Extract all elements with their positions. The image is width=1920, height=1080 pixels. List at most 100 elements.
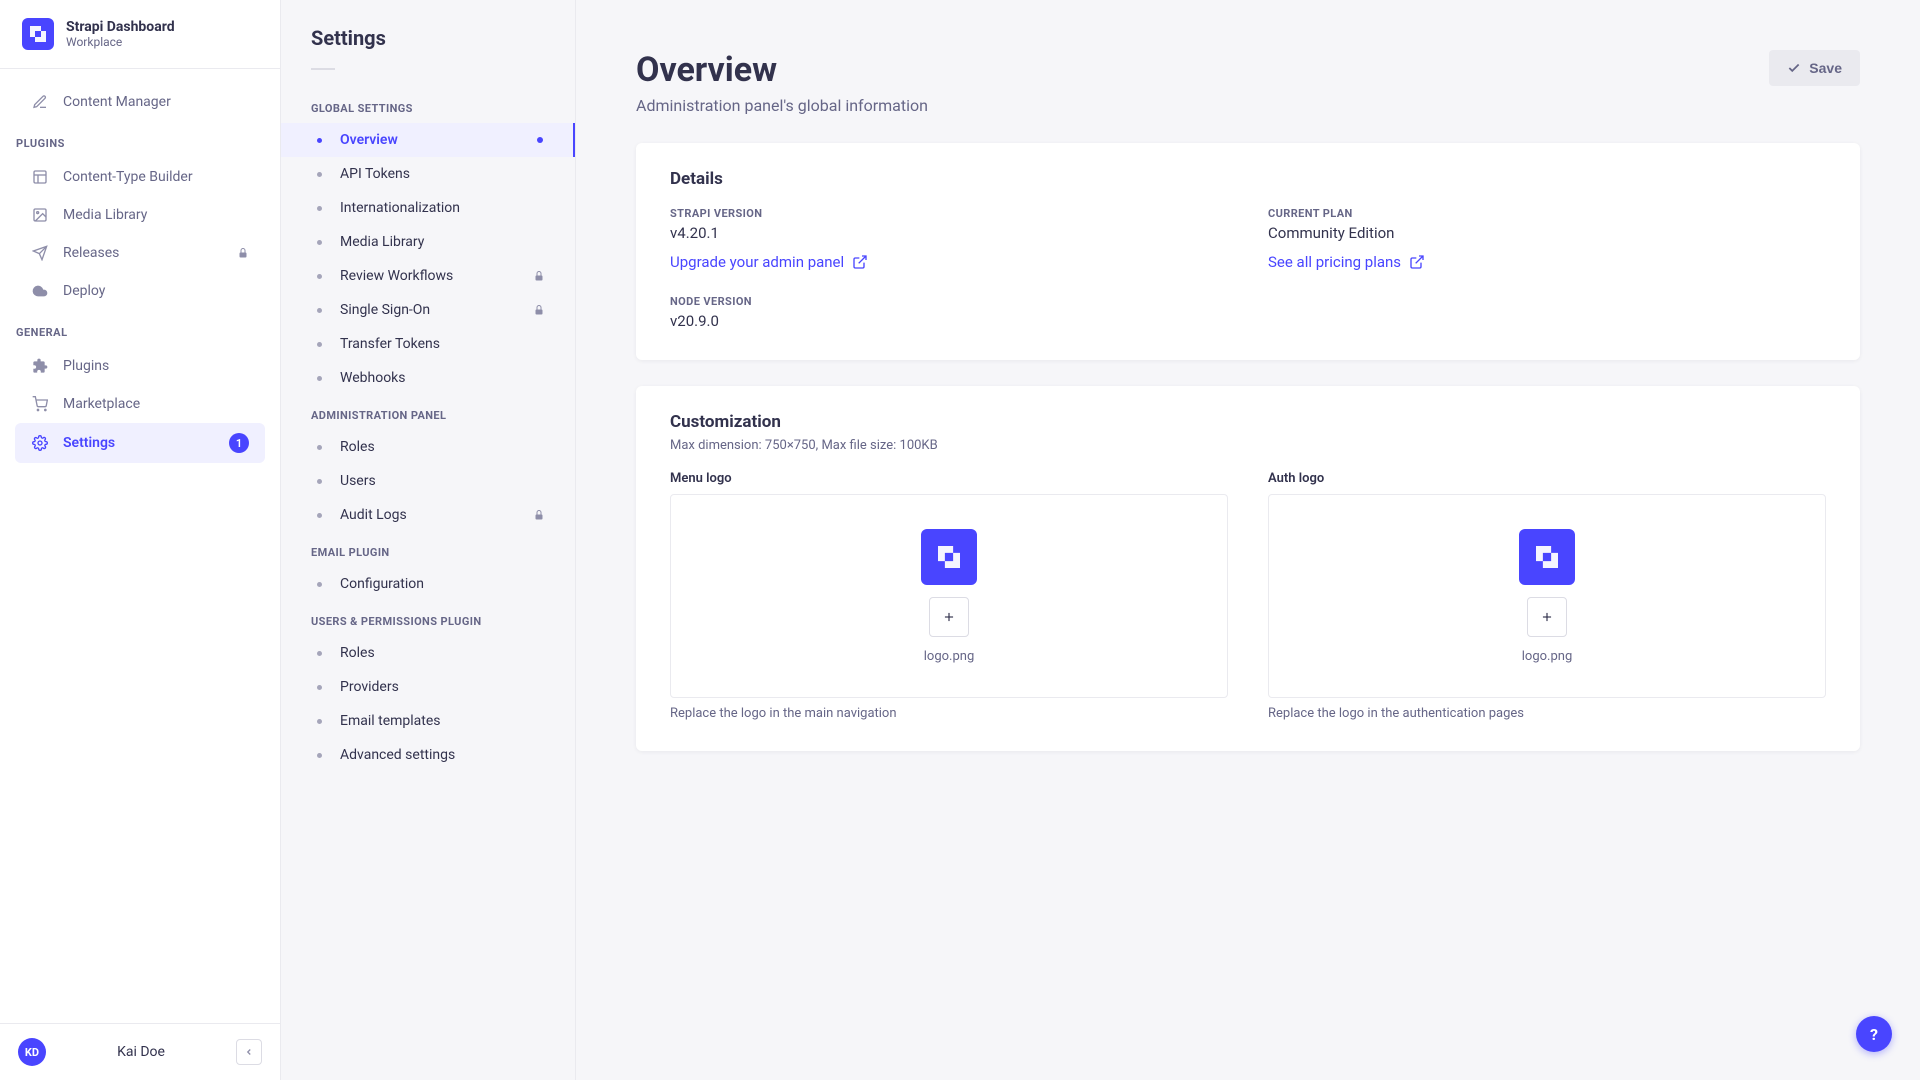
content: Overview Administration panel's global i… xyxy=(576,0,1920,1080)
bullet-icon xyxy=(317,582,322,587)
image-icon xyxy=(31,206,49,224)
settings-link-audit-logs[interactable]: Audit Logs xyxy=(281,498,575,532)
menu-logo-dropzone[interactable]: logo.png xyxy=(670,494,1228,698)
strapi-logo-icon xyxy=(22,18,54,50)
auth-logo-filename: logo.png xyxy=(1522,649,1573,664)
settings-link-up-providers[interactable]: Providers xyxy=(281,670,575,704)
avatar[interactable]: KD xyxy=(18,1038,46,1066)
link-label: Upgrade your admin panel xyxy=(670,253,844,271)
detail-label: STRAPI VERSION xyxy=(670,207,1228,220)
link-label: Advanced settings xyxy=(340,747,455,763)
bullet-icon xyxy=(317,240,322,245)
add-auth-logo-button[interactable] xyxy=(1527,597,1567,637)
nav-releases[interactable]: Releases xyxy=(15,234,265,272)
nav-label: Media Library xyxy=(63,207,147,223)
nav-deploy[interactable]: Deploy xyxy=(15,272,265,310)
detail-node-version: NODE VERSION v20.9.0 xyxy=(670,295,1228,330)
link-label: See all pricing plans xyxy=(1268,253,1401,271)
bullet-icon xyxy=(317,274,322,279)
settings-link-admin-users[interactable]: Users xyxy=(281,464,575,498)
settings-link-admin-roles[interactable]: Roles xyxy=(281,430,575,464)
nav-content-manager[interactable]: Content Manager xyxy=(15,83,265,121)
layout-icon xyxy=(31,168,49,186)
bullet-icon xyxy=(317,753,322,758)
menu-logo-help: Replace the logo in the main navigation xyxy=(670,706,1228,721)
cart-icon xyxy=(31,395,49,413)
customization-subtitle: Max dimension: 750×750, Max file size: 1… xyxy=(670,438,1826,453)
link-label: Webhooks xyxy=(340,370,406,386)
settings-sidebar: Settings GLOBAL SETTINGS Overview API To… xyxy=(281,0,576,1080)
add-menu-logo-button[interactable] xyxy=(929,597,969,637)
help-fab-button[interactable]: ? xyxy=(1856,1016,1892,1052)
bullet-icon xyxy=(317,685,322,690)
section-general-label: GENERAL xyxy=(0,318,280,347)
bullet-icon xyxy=(317,342,322,347)
page-title: Overview xyxy=(636,50,928,90)
link-label: Providers xyxy=(340,679,399,695)
settings-link-overview[interactable]: Overview xyxy=(281,123,575,157)
customization-title: Customization xyxy=(670,412,1826,432)
auth-logo-field: Auth logo logo.png Replace the logo in t… xyxy=(1268,471,1826,721)
settings-link-api-tokens[interactable]: API Tokens xyxy=(281,157,575,191)
link-label: Audit Logs xyxy=(340,507,407,523)
lock-icon xyxy=(533,270,545,282)
link-label: Users xyxy=(340,473,376,489)
settings-link-email-config[interactable]: Configuration xyxy=(281,567,575,601)
settings-link-review-workflows[interactable]: Review Workflows xyxy=(281,259,575,293)
bullet-icon xyxy=(317,376,322,381)
settings-badge: 1 xyxy=(229,433,249,453)
nav-plugins[interactable]: Plugins xyxy=(15,347,265,385)
link-label: Review Workflows xyxy=(340,268,453,284)
page-subtitle: Administration panel's global informatio… xyxy=(636,96,928,115)
detail-value: v4.20.1 xyxy=(670,224,1228,242)
nav-marketplace[interactable]: Marketplace xyxy=(15,385,265,423)
paper-plane-icon xyxy=(31,244,49,262)
link-label: Media Library xyxy=(340,234,424,250)
settings-link-webhooks[interactable]: Webhooks xyxy=(281,361,575,395)
nav-label: Settings xyxy=(63,435,115,451)
settings-link-i18n[interactable]: Internationalization xyxy=(281,191,575,225)
title-divider xyxy=(311,68,335,70)
auth-logo-dropzone[interactable]: logo.png xyxy=(1268,494,1826,698)
brand-subtitle: Workplace xyxy=(66,35,175,49)
strapi-logo-icon xyxy=(1519,529,1575,585)
settings-title: Settings xyxy=(281,26,575,68)
nav-media-library[interactable]: Media Library xyxy=(15,196,265,234)
nav-label: Releases xyxy=(63,245,119,261)
customization-card: Customization Max dimension: 750×750, Ma… xyxy=(636,386,1860,751)
nav-label: Content Manager xyxy=(63,94,171,110)
link-label: Overview xyxy=(340,132,398,148)
save-button[interactable]: Save xyxy=(1769,50,1860,86)
nav-content-type-builder[interactable]: Content-Type Builder xyxy=(15,158,265,196)
settings-link-transfer-tokens[interactable]: Transfer Tokens xyxy=(281,327,575,361)
settings-link-up-email-templates[interactable]: Email templates xyxy=(281,704,575,738)
detail-current-plan: CURRENT PLAN Community Edition See all p… xyxy=(1268,207,1826,271)
puzzle-icon xyxy=(31,357,49,375)
detail-label: CURRENT PLAN xyxy=(1268,207,1826,220)
bullet-icon xyxy=(317,651,322,656)
link-label: Roles xyxy=(340,439,375,455)
nav-label: Plugins xyxy=(63,358,109,374)
settings-link-sso[interactable]: Single Sign-On xyxy=(281,293,575,327)
settings-link-up-advanced[interactable]: Advanced settings xyxy=(281,738,575,772)
menu-logo-label: Menu logo xyxy=(670,471,1228,486)
save-label: Save xyxy=(1809,60,1842,76)
link-label: Roles xyxy=(340,645,375,661)
gear-icon xyxy=(31,434,49,452)
collapse-sidebar-button[interactable] xyxy=(236,1039,262,1065)
details-title: Details xyxy=(670,169,1826,189)
settings-link-up-roles[interactable]: Roles xyxy=(281,636,575,670)
pricing-link[interactable]: See all pricing plans xyxy=(1268,253,1425,271)
bullet-icon xyxy=(317,206,322,211)
brand[interactable]: Strapi Dashboard Workplace xyxy=(0,0,280,68)
link-label: Internationalization xyxy=(340,200,460,216)
detail-strapi-version: STRAPI VERSION v4.20.1 Upgrade your admi… xyxy=(670,207,1228,271)
strapi-logo-icon xyxy=(921,529,977,585)
nav-settings[interactable]: Settings 1 xyxy=(15,423,265,463)
detail-value: Community Edition xyxy=(1268,224,1826,242)
user-footer: KD Kai Doe xyxy=(0,1023,280,1080)
user-name: Kai Doe xyxy=(60,1044,222,1060)
upgrade-link[interactable]: Upgrade your admin panel xyxy=(670,253,868,271)
group-admin-label: ADMINISTRATION PANEL xyxy=(281,395,575,430)
settings-link-media-library[interactable]: Media Library xyxy=(281,225,575,259)
